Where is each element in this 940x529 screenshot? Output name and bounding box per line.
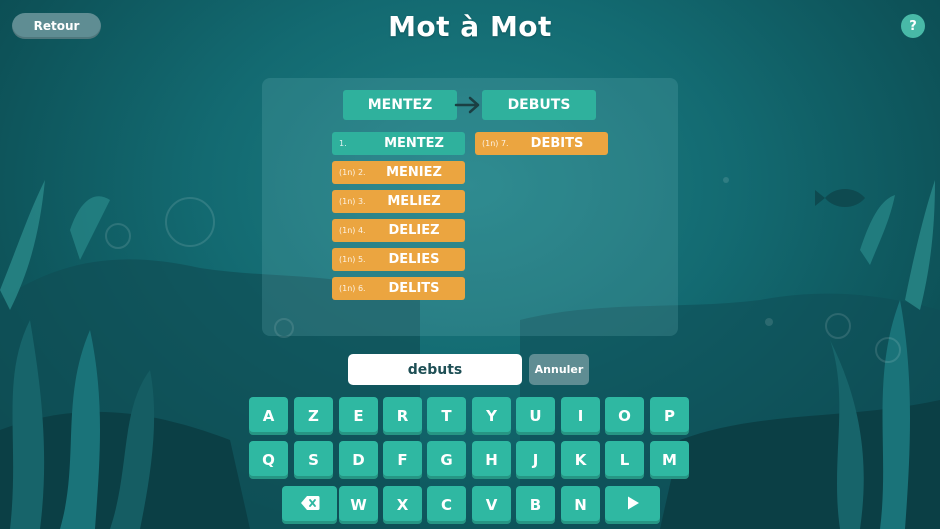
step-word: MENIEZ	[386, 165, 442, 180]
key-v[interactable]: V	[472, 486, 511, 524]
key-e[interactable]: E	[339, 397, 378, 435]
key-m[interactable]: M	[650, 441, 689, 479]
key-g[interactable]: G	[427, 441, 466, 479]
key-p[interactable]: P	[650, 397, 689, 435]
step-word: DELIEZ	[388, 223, 440, 238]
ladder-step-4[interactable]: (1n) 4. DELIEZ	[332, 219, 465, 242]
key-s[interactable]: S	[294, 441, 333, 479]
key-k[interactable]: K	[561, 441, 600, 479]
submit-key[interactable]	[605, 486, 660, 524]
key-q[interactable]: Q	[249, 441, 288, 479]
help-button[interactable]: ?	[901, 14, 925, 38]
key-h[interactable]: H	[472, 441, 511, 479]
start-word: MENTEZ	[343, 90, 457, 120]
key-r[interactable]: R	[383, 397, 422, 435]
step-word: DELIES	[388, 252, 440, 267]
key-c[interactable]: C	[427, 486, 466, 524]
step-word: DEBITS	[530, 136, 584, 151]
key-a[interactable]: A	[249, 397, 288, 435]
step-index: (1n) 4.	[339, 226, 366, 235]
step-word: DELITS	[388, 281, 440, 296]
backspace-icon	[300, 495, 320, 515]
step-index: (1n) 2.	[339, 168, 366, 177]
step-index: (1n) 5.	[339, 255, 366, 264]
key-u[interactable]: U	[516, 397, 555, 435]
ladder-step-7[interactable]: (1n) 7. DEBITS	[475, 132, 608, 155]
key-n[interactable]: N	[561, 486, 600, 524]
play-icon	[625, 495, 641, 515]
key-d[interactable]: D	[339, 441, 378, 479]
step-word: MELIEZ	[387, 194, 441, 209]
key-w[interactable]: W	[339, 486, 378, 524]
key-z[interactable]: Z	[294, 397, 333, 435]
game-title: Mot à Mot	[388, 10, 552, 43]
ladder-step-3[interactable]: (1n) 3. MELIEZ	[332, 190, 465, 213]
backspace-key[interactable]	[282, 486, 337, 524]
cancel-button[interactable]: Annuler	[529, 354, 589, 385]
step-index: 1.	[339, 139, 347, 148]
ladder-step-1: 1. MENTEZ	[332, 132, 465, 155]
step-index: (1n) 6.	[339, 284, 366, 293]
step-index: (1n) 3.	[339, 197, 366, 206]
key-f[interactable]: F	[383, 441, 422, 479]
step-word: MENTEZ	[384, 136, 444, 151]
key-t[interactable]: T	[427, 397, 466, 435]
key-x[interactable]: X	[383, 486, 422, 524]
key-j[interactable]: J	[516, 441, 555, 479]
key-b[interactable]: B	[516, 486, 555, 524]
arrow-right-icon	[452, 92, 484, 118]
key-o[interactable]: O	[605, 397, 644, 435]
key-i[interactable]: I	[561, 397, 600, 435]
ladder-step-5[interactable]: (1n) 5. DELIES	[332, 248, 465, 271]
word-input[interactable]: debuts	[348, 354, 522, 385]
ladder-step-6[interactable]: (1n) 6. DELITS	[332, 277, 465, 300]
key-y[interactable]: Y	[472, 397, 511, 435]
ladder-step-2[interactable]: (1n) 2. MENIEZ	[332, 161, 465, 184]
target-word: DEBUTS	[482, 90, 596, 120]
step-index: (1n) 7.	[482, 139, 509, 148]
key-l[interactable]: L	[605, 441, 644, 479]
